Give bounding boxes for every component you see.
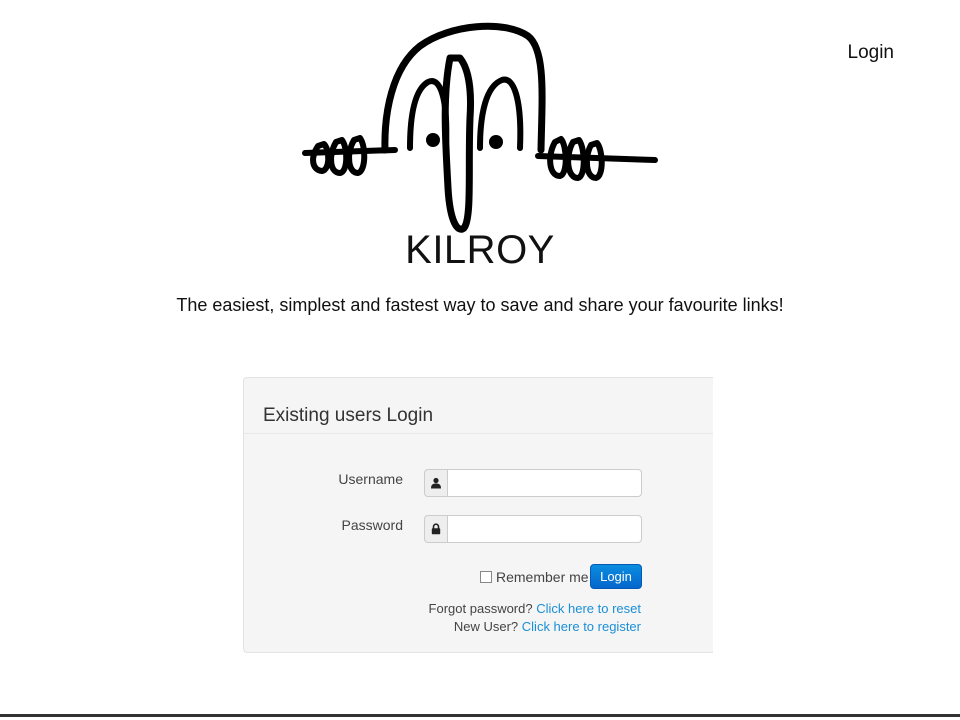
footer-rule <box>0 714 960 717</box>
username-input-group <box>424 469 642 497</box>
tagline: The easiest, simplest and fastest way to… <box>176 295 784 315</box>
password-input-group <box>424 515 642 543</box>
remember-label[interactable]: Remember me <box>496 569 589 585</box>
panel-title: Existing users Login <box>263 405 434 426</box>
register-link[interactable]: Click here to register <box>522 619 641 634</box>
password-input[interactable] <box>447 515 642 543</box>
remember-checkbox[interactable] <box>480 571 492 583</box>
panel-divider <box>244 433 713 434</box>
forgot-password-line: Forgot password? Click here to reset <box>429 601 641 616</box>
user-icon <box>424 469 447 497</box>
top-login-link[interactable]: Login <box>848 42 895 64</box>
new-user-text: New User? <box>453 619 519 634</box>
login-button[interactable]: Login <box>590 564 642 589</box>
username-label: Username <box>338 471 403 487</box>
reset-password-link[interactable]: Click here to reset <box>536 601 641 616</box>
new-user-line: New User? Click here to register <box>454 619 641 634</box>
lock-icon <box>424 515 447 543</box>
brand-name: KILROY <box>405 228 555 272</box>
username-input[interactable] <box>447 469 642 497</box>
forgot-password-text: Forgot password? <box>428 601 533 616</box>
password-label: Password <box>341 517 403 533</box>
login-panel: Existing users Login Username Password R… <box>243 377 713 653</box>
kilroy-logo-icon <box>302 22 658 233</box>
remember-row: Remember me <box>480 564 589 590</box>
